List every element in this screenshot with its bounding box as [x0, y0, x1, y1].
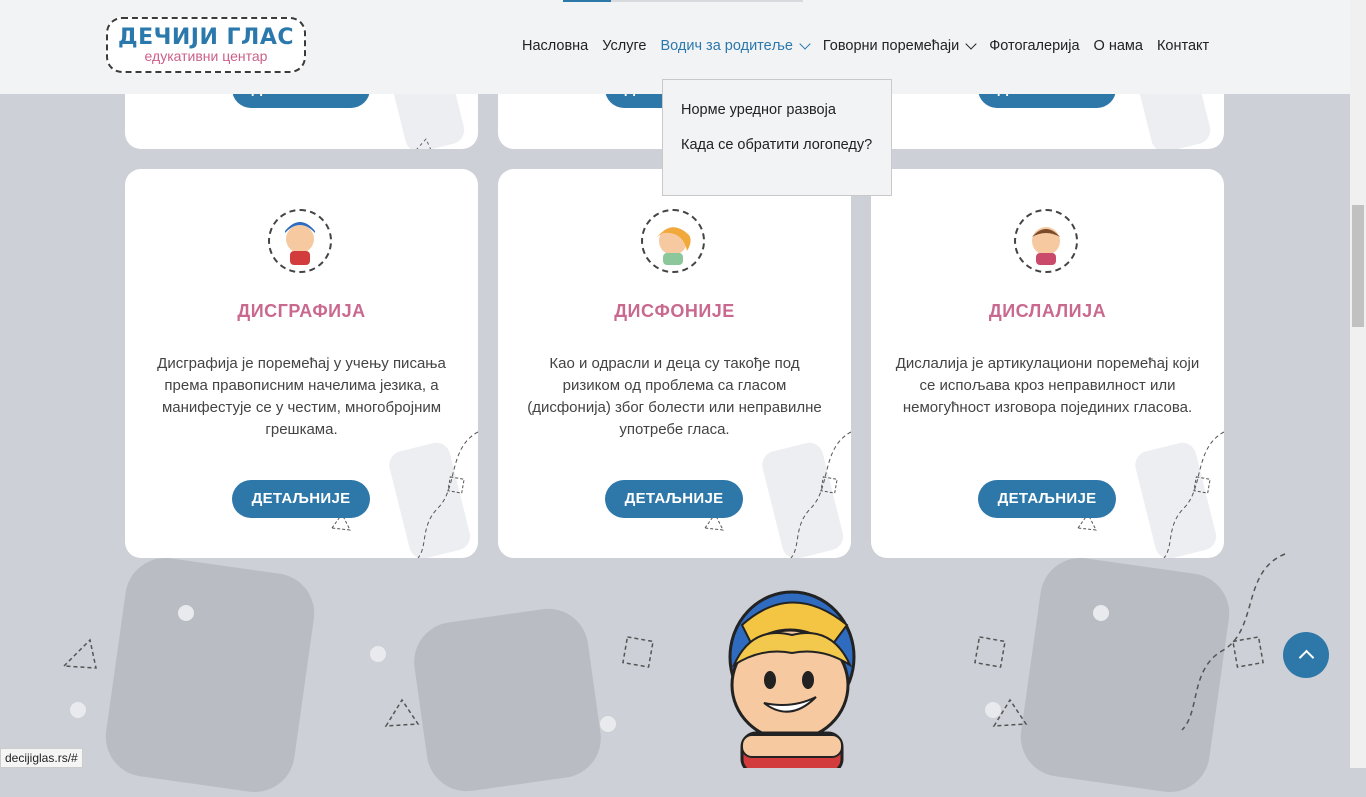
curve-decoration	[1181, 553, 1286, 731]
bg-dot	[178, 605, 194, 621]
card-description: Дисграфија је поремећај у учењу писања п…	[157, 355, 446, 438]
cartoon-boy-illustration	[728, 590, 856, 768]
card-description: Као и одрасли и деца су такође под ризик…	[527, 355, 822, 438]
nav-item-speech-disorders[interactable]: Говорни поремећаји	[822, 38, 977, 54]
header-accent	[611, 0, 803, 2]
bg-dot	[1093, 605, 1109, 621]
bg-dot	[370, 646, 386, 662]
triangle-decoration	[384, 698, 420, 727]
nav-label: Говорни поремећаји	[822, 38, 960, 54]
scrollbar[interactable]	[1350, 0, 1366, 768]
bg-dot	[70, 702, 86, 718]
triangle-decoration	[992, 698, 1028, 727]
nav-label: Водич за родитеље	[660, 38, 793, 54]
square-decoration	[974, 636, 1006, 668]
details-button[interactable]: ДЕТАЉНИЈЕ	[232, 480, 370, 518]
details-button[interactable]: ДЕТАЉНИЈЕ	[605, 480, 743, 518]
nav-item-home[interactable]: Насловна	[522, 38, 588, 54]
nav-label: Контакт	[1156, 38, 1210, 54]
triangle-decoration	[62, 638, 97, 669]
nav-label: Насловна	[522, 38, 589, 54]
card-title: ДИСГРАФИЈА	[237, 301, 366, 321]
bg-shape	[409, 603, 606, 797]
main-nav: Насловна Услуге Водич за родитеље Говорн…	[522, 38, 1223, 54]
logo-title: ДЕЧИЈИ ГЛАС	[117, 25, 295, 50]
parents-guide-dropdown: Норме уредног развоја Када се обратити л…	[662, 79, 892, 196]
nav-item-contact[interactable]: Контакт	[1157, 38, 1209, 54]
square-decoration	[622, 636, 654, 668]
nav-item-services[interactable]: Услуге	[602, 38, 646, 54]
nav-label: О нама	[1093, 38, 1143, 54]
logo-subtitle: едукативни центар	[144, 48, 268, 64]
card-description: Дислалија је артикулациони поремећај кој…	[895, 355, 1200, 416]
avatar-girl	[641, 209, 705, 273]
dropdown-item-development-norms[interactable]: Норме уредног развоја	[681, 98, 873, 123]
nav-item-gallery[interactable]: Фотогалерија	[989, 38, 1079, 54]
nav-item-parents-guide[interactable]: Водич за родитеље	[660, 38, 811, 54]
avatar-boy-cap	[268, 209, 332, 273]
header-accent	[563, 0, 611, 2]
service-card-dyslalia: ДИСЛАЛИЈА Дислалија је артикулациони пор…	[871, 169, 1224, 558]
chevron-down-icon	[965, 38, 977, 50]
scroll-to-top-button[interactable]	[1283, 632, 1329, 678]
status-bar-url: decijiglas.rs/#	[0, 748, 83, 768]
scrollbar-thumb[interactable]	[1352, 205, 1364, 327]
nav-label: Услуге	[602, 38, 647, 54]
nav-item-about[interactable]: О нама	[1094, 38, 1143, 54]
service-card-dysphonia: ДИСФОНИЈЕ Као и одрасли и деца су такође…	[498, 169, 851, 558]
card-title: ДИСЛАЛИЈА	[988, 301, 1107, 321]
chevron-down-icon	[799, 38, 811, 50]
details-button[interactable]: ДЕТАЉНИЈЕ	[978, 480, 1116, 518]
nav-label: Фотогалерија	[989, 38, 1080, 54]
bg-dot	[600, 716, 616, 732]
dropdown-item-when-to-see-speech-therapist[interactable]: Када се обратити логопеду?	[681, 133, 873, 158]
bg-shape	[100, 552, 320, 797]
card-title: ДИСФОНИЈЕ	[614, 301, 735, 321]
service-card-dysgraphia: ДИСГРАФИЈА Дисграфија је поремећај у уче…	[125, 169, 478, 558]
avatar-boy	[1014, 209, 1078, 273]
site-logo[interactable]: ДЕЧИЈИ ГЛАС едукативни центар	[106, 17, 306, 73]
